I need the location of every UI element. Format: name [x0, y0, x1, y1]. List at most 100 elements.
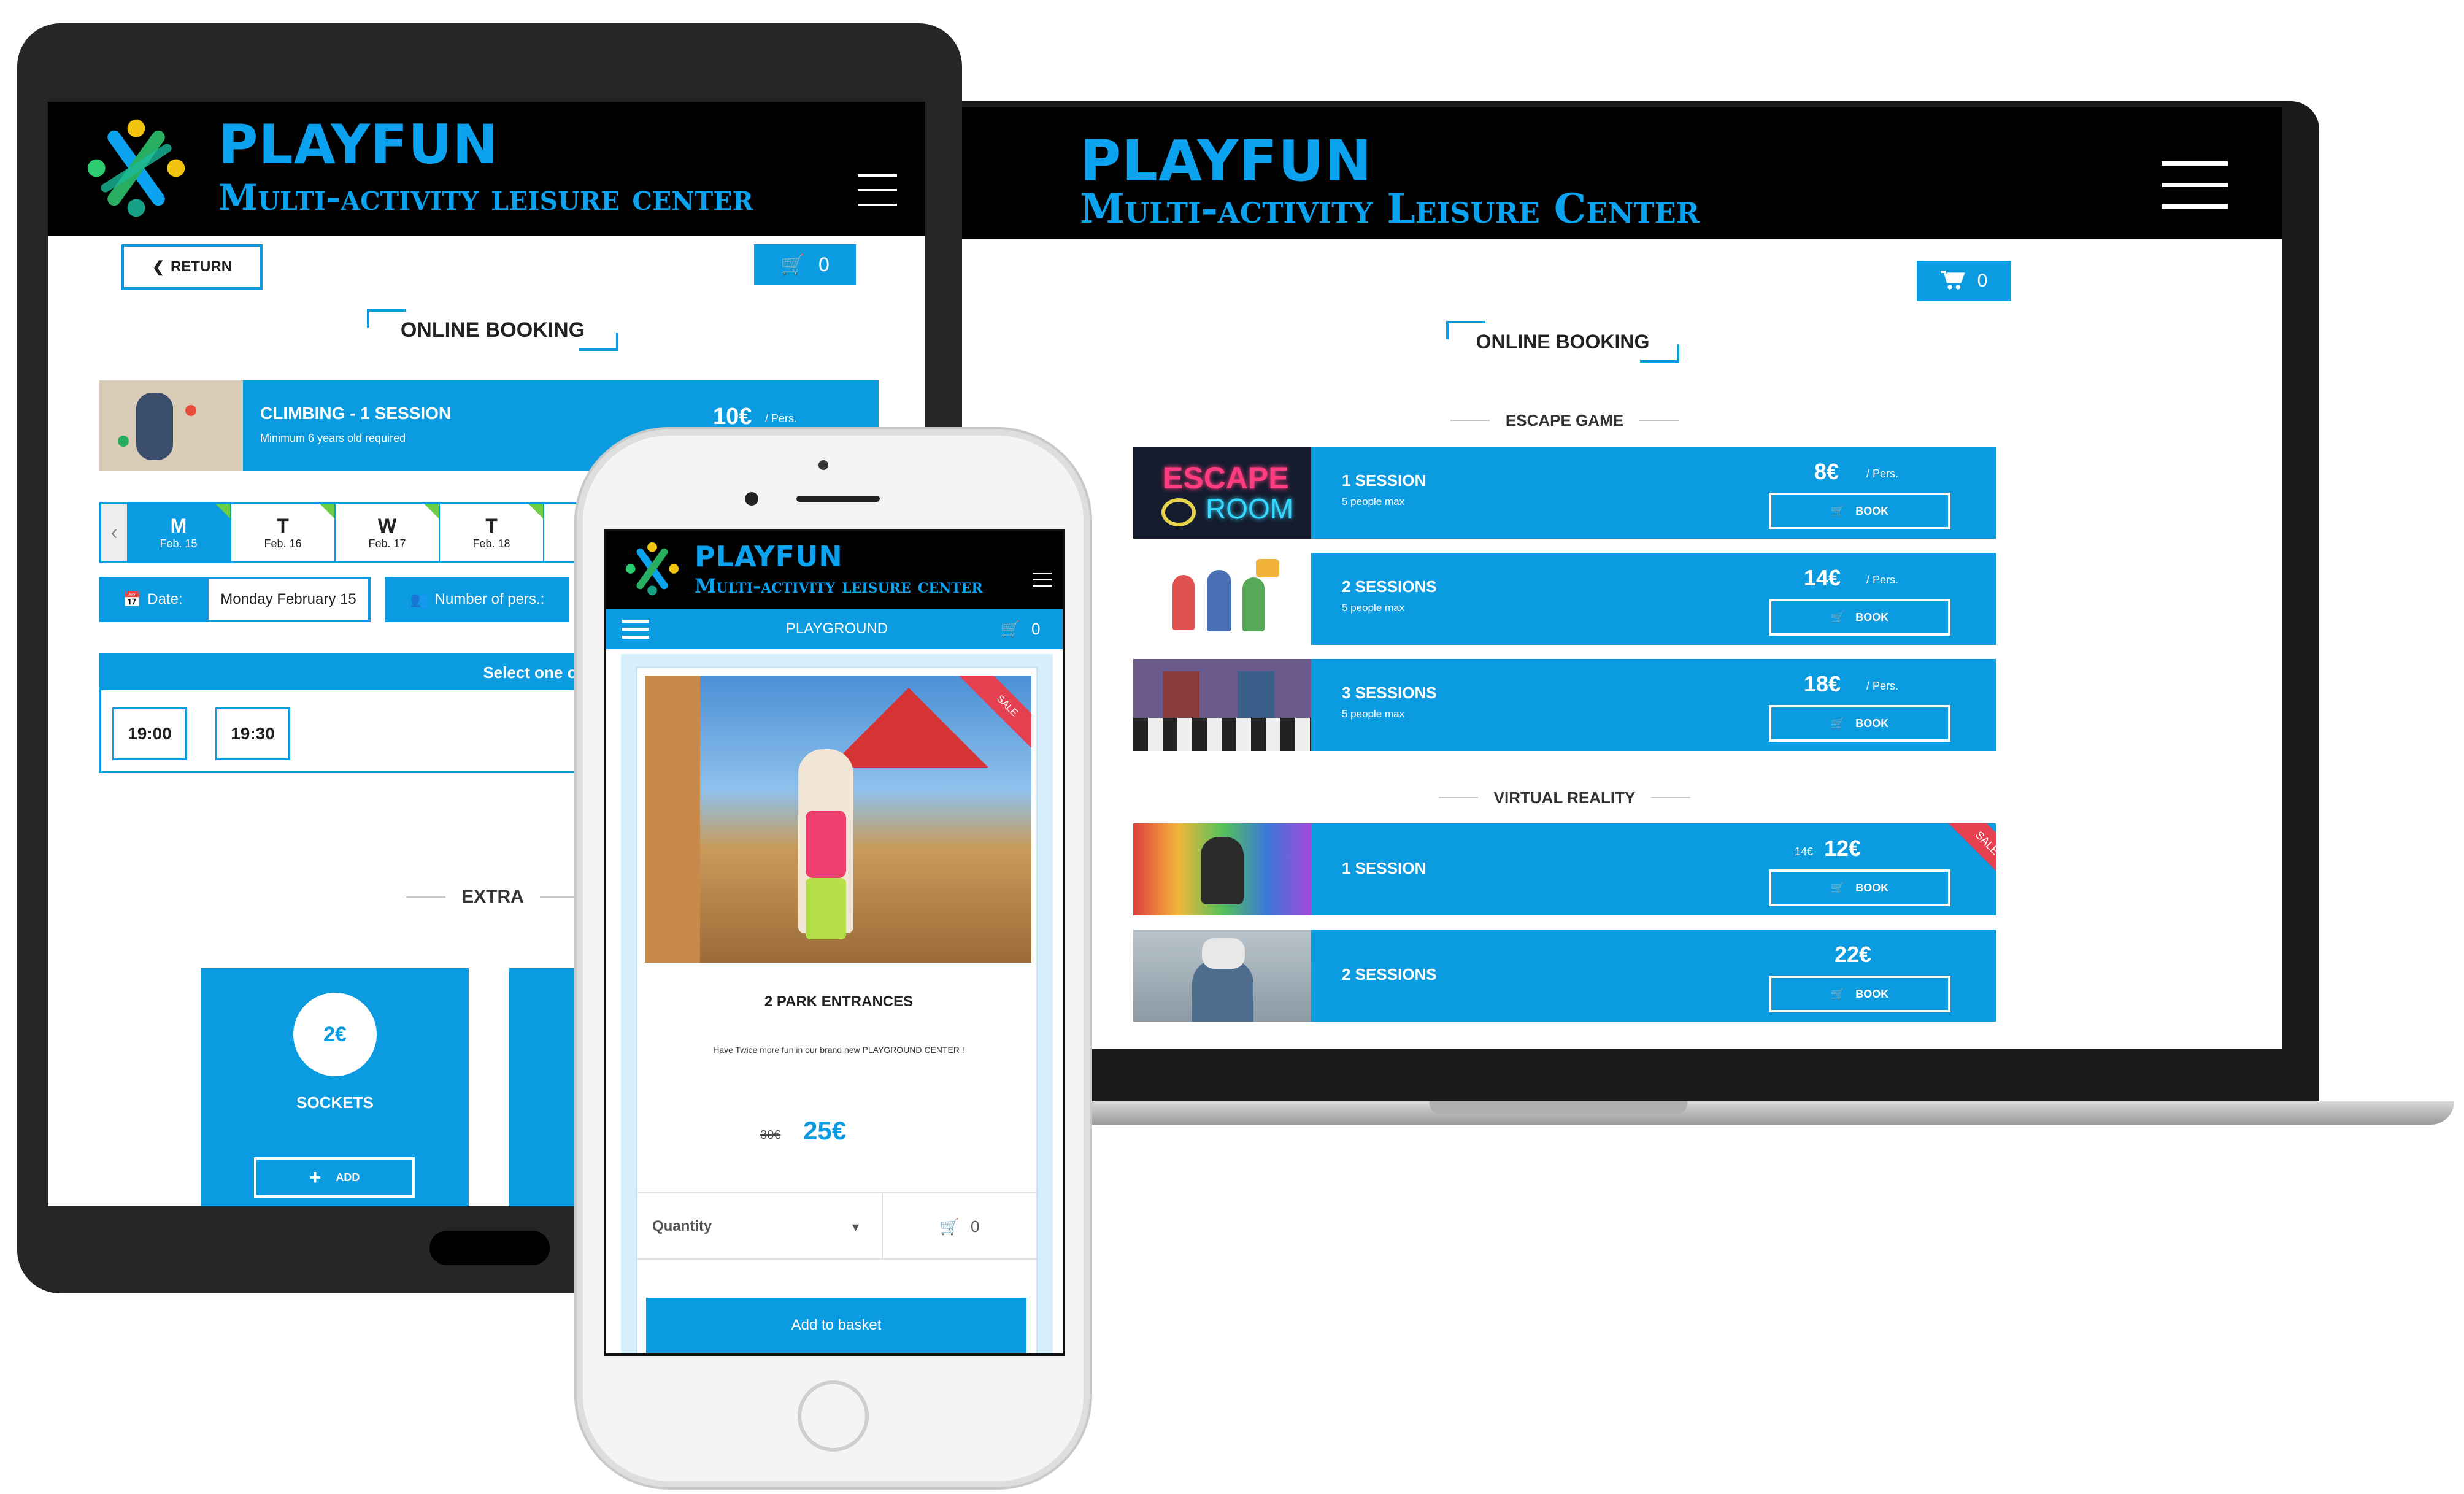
playground-image: SALE [645, 676, 1031, 963]
tablet-brand-subtitle: Multi-activity leisure center [218, 177, 753, 218]
tablet-menu-icon[interactable] [858, 174, 897, 209]
phone-device: PLAYFUN Multi-activity leisure center PL… [577, 429, 1090, 1487]
phone-camera [818, 460, 828, 470]
booking-row: 2 SESSIONS 5 people max 14€ / Pers. 🛒 BOO… [1133, 553, 1996, 645]
product-price: 25€ [803, 1116, 847, 1145]
phone-screen: PLAYFUN Multi-activity leisure center PL… [604, 529, 1065, 1356]
activity-note: Minimum 6 years old required [260, 432, 406, 444]
escape-title-text: ESCAPE GAME [1505, 410, 1624, 429]
booking-row: 1 SESSION 14€ 12€ 🛒 BOOK SALE [1133, 823, 1996, 915]
vr-section-title: VIRTUAL REALITY [1374, 785, 1755, 810]
cart-icon [1940, 271, 1965, 290]
booking-row: 3 SESSIONS 5 people max 18€ / Pers. 🛒 BOO… [1133, 659, 1996, 751]
phone-menu-icon-small[interactable] [1033, 573, 1052, 588]
extra-price-circle: 2€ [293, 993, 377, 1076]
calendar-icon: 📅 [123, 591, 142, 608]
prev-day-button[interactable]: ‹ [101, 504, 127, 561]
escape-section-title: ESCAPE GAME [1387, 408, 1742, 433]
laptop-menu-icon[interactable] [2162, 161, 2228, 210]
logo-icon [81, 113, 191, 223]
laptop-brand-title: PLAYFUN [1080, 128, 1373, 194]
logo-icon [622, 539, 682, 599]
item-price: 14€ [1804, 565, 1841, 590]
booking-row: 2 SESSIONS 22€ 🛒 BOOK [1133, 930, 1996, 1022]
item-price: 12€ [1824, 836, 1861, 861]
laptop-cart-button[interactable]: 0 [1917, 261, 2011, 301]
laptop-cart-count: 0 [1977, 271, 1988, 291]
item-name: 1 SESSION [1342, 471, 1426, 490]
product-desc: Have Twice more fun in our brand new PLA… [713, 1045, 964, 1055]
phone-brand-title: PLAYFUN [695, 540, 843, 573]
extra-card: 2€ SOCKETS + ADD [201, 968, 469, 1206]
quantity-select[interactable]: Quantity ▾ [637, 1193, 883, 1260]
item-unit: / Pers. [1866, 468, 1899, 480]
date-value: Monday February 15 [209, 579, 368, 620]
laptop-header: PLAYFUN Multi-activity Leisure Center [957, 107, 2282, 239]
book-button[interactable]: 🛒 BOOK [1769, 976, 1950, 1012]
laptop-heading-text: ONLINE BOOKING [1476, 330, 1650, 353]
cart-icon: 🛒 [1830, 717, 1845, 730]
item-unit: / Pers. [1866, 680, 1899, 692]
item-unit: / Pers. [1866, 574, 1899, 586]
product-old-price: 30€ [760, 1128, 781, 1142]
phone-home-button[interactable] [798, 1380, 869, 1452]
item-price: 18€ [1804, 671, 1841, 696]
quantity-row: Quantity ▾ 🛒 0 [637, 1192, 1036, 1260]
item-name: 2 SESSIONS [1342, 965, 1437, 984]
activity-price: 10€ [713, 404, 752, 429]
tablet-cart-button[interactable]: 🛒 0 [754, 244, 856, 285]
phone-sensor [745, 492, 758, 506]
escape-room-lobby-image [1133, 659, 1311, 751]
item-price: 8€ [1814, 459, 1839, 484]
day-cell[interactable]: T Feb. 18 [440, 504, 544, 561]
book-button[interactable]: 🛒 BOOK [1769, 599, 1950, 636]
phone-header: PLAYFUN Multi-activity leisure center [606, 531, 1063, 609]
quantity-cart[interactable]: 🛒 0 [883, 1193, 1036, 1260]
extra-section-title: EXTRA [391, 885, 594, 909]
day-cell[interactable]: W Feb. 17 [336, 504, 440, 561]
book-button[interactable]: 🛒 BOOK [1769, 869, 1950, 906]
tablet-header: PLAYFUN Multi-activity leisure center [48, 102, 925, 236]
add-to-basket-button[interactable]: Add to basket [646, 1298, 1026, 1353]
book-button[interactable]: 🛒 BOOK [1769, 705, 1950, 742]
vr-colorful-image [1133, 823, 1311, 915]
date-field[interactable]: 📅 Date: Monday February 15 [99, 577, 371, 622]
climbing-image [99, 380, 243, 471]
escape-room-neon-image: ESCAPE ROOM [1133, 447, 1311, 539]
return-button[interactable]: ❮ RETURN [121, 244, 263, 290]
activity-title: CLIMBING - 1 SESSION [260, 404, 452, 423]
chevron-down-icon: ▾ [852, 1219, 860, 1234]
extra-add-button[interactable]: + ADD [254, 1157, 415, 1198]
tablet-heading: ONLINE BOOKING [367, 309, 618, 351]
group-puzzle-image [1133, 553, 1311, 645]
cart-icon: 🛒 [1830, 881, 1845, 894]
laptop-base [920, 1101, 2454, 1125]
time-slot[interactable]: 19:30 [215, 707, 290, 760]
persons-field[interactable]: 👥 Number of pers.: [385, 577, 569, 622]
tablet-brand-title: PLAYFUN [218, 113, 499, 176]
laptop-heading: ONLINE BOOKING [1446, 321, 1679, 363]
item-old-price: 14€ [1795, 845, 1814, 858]
product-title: 2 PARK ENTRANCES [764, 993, 914, 1010]
chevron-left-icon: ❮ [152, 258, 165, 275]
product-card: SALE 2 PARK ENTRANCES Have Twice more fu… [636, 666, 1038, 1353]
day-cell[interactable]: M Feb. 15 [127, 504, 231, 561]
item-price: 22€ [1835, 942, 1872, 967]
item-name: 3 SESSIONS [1342, 683, 1437, 702]
tablet-home-button[interactable] [429, 1231, 550, 1265]
item-note: 5 people max [1342, 602, 1405, 614]
item-note: 5 people max [1342, 496, 1405, 507]
cart-icon: 🛒 [1830, 504, 1845, 517]
book-button[interactable]: 🛒 BOOK [1769, 493, 1950, 529]
tablet-heading-text: ONLINE BOOKING [400, 318, 585, 342]
time-slot[interactable]: 19:00 [112, 707, 187, 760]
phone-speaker [796, 496, 880, 502]
phone-brand-subtitle: Multi-activity leisure center [695, 574, 983, 598]
cart-icon: 🛒 [1830, 987, 1845, 1000]
phone-cart-button[interactable]: 🛒 0 [987, 609, 1054, 649]
laptop-brand-subtitle: Multi-activity Leisure Center [1080, 185, 1700, 233]
item-name: 1 SESSION [1342, 859, 1426, 877]
plus-icon: + [309, 1165, 321, 1189]
day-cell[interactable]: T Feb. 16 [231, 504, 336, 561]
cart-icon: 🛒 [939, 1217, 960, 1236]
